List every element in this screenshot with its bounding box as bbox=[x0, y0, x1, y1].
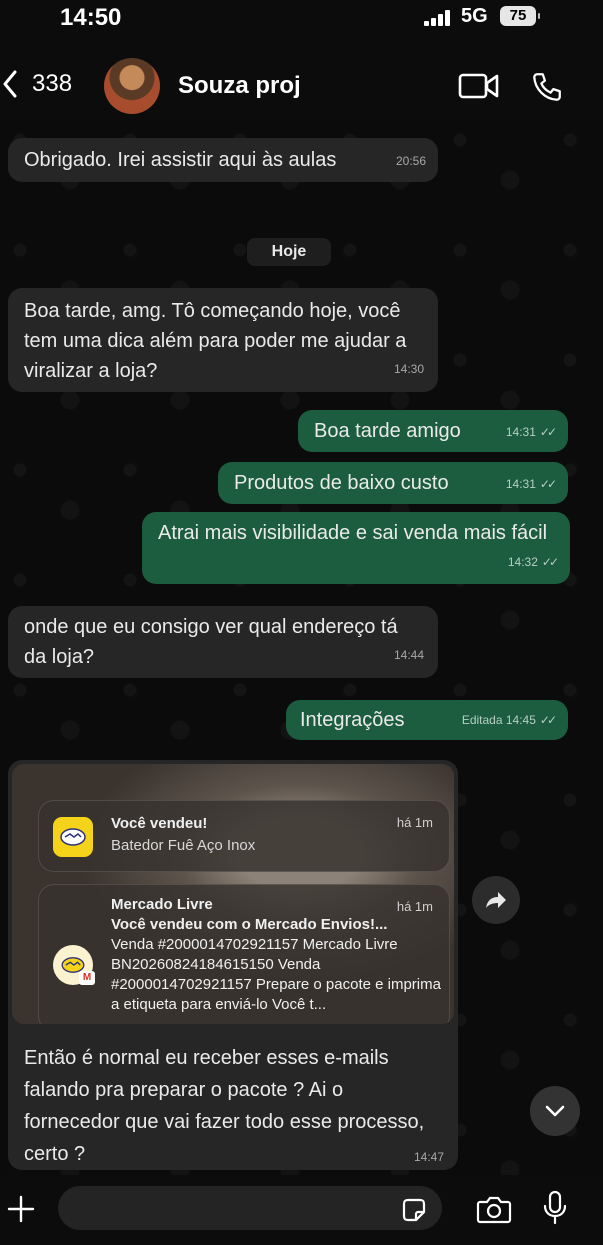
notification-subtitle: Batedor Fuê Aço Inox bbox=[111, 837, 256, 854]
date-separator: Hoje bbox=[247, 238, 331, 266]
notification-content: Mercado Livre Você vendeu com o Mercado … bbox=[111, 895, 441, 1015]
message-time: 14:32 bbox=[507, 555, 538, 569]
status-time: 14:50 bbox=[60, 4, 122, 31]
notification-time: há 1m bbox=[396, 815, 433, 830]
message-time: 14:31 bbox=[505, 425, 536, 439]
message-bubble-outgoing[interactable]: Produtos de baixo custo 14:31 ✓✓ bbox=[218, 462, 568, 504]
notification-app: Mercado Livre bbox=[111, 896, 213, 913]
read-receipt-icon: ✓✓ bbox=[539, 713, 557, 727]
notification-time: há 1m bbox=[396, 899, 433, 914]
message-bubble-incoming[interactable]: Boa tarde, amg. Tô começando hoje, você … bbox=[8, 288, 438, 392]
media-message-bubble[interactable]: Você vendeu! Batedor Fuê Aço Inox há 1m … bbox=[8, 760, 458, 1170]
notification-card: Você vendeu! Batedor Fuê Aço Inox há 1m bbox=[38, 800, 450, 872]
message-time: 14:45 bbox=[505, 713, 536, 727]
read-receipt-icon: ✓✓ bbox=[541, 555, 559, 569]
notification-body: Venda #2000014702921157 Mercado Livre BN… bbox=[111, 936, 441, 1013]
back-button[interactable]: 338 bbox=[0, 64, 72, 104]
message-text: onde que eu consigo ver qual endereço tá… bbox=[24, 616, 398, 668]
composer-bar bbox=[0, 1176, 603, 1245]
forward-button[interactable] bbox=[472, 876, 520, 924]
network-type: 5G bbox=[461, 5, 488, 27]
message-time: 14:47 bbox=[413, 1150, 444, 1164]
unread-count: 338 bbox=[32, 70, 73, 97]
scroll-to-bottom-button[interactable] bbox=[530, 1086, 580, 1136]
mercado-livre-logo-icon bbox=[53, 817, 93, 857]
read-receipt-icon: ✓✓ bbox=[539, 425, 557, 439]
message-meta: 14:31 ✓✓ bbox=[505, 469, 557, 499]
gmail-icon: M bbox=[79, 971, 95, 985]
status-bar: 14:50 5G 75 bbox=[0, 0, 603, 36]
avatar[interactable] bbox=[104, 58, 160, 114]
chevron-left-icon bbox=[3, 70, 17, 98]
message-time: 14:31 bbox=[505, 477, 536, 491]
message-time: 14:44 bbox=[393, 648, 424, 662]
chevron-down-icon bbox=[545, 1105, 565, 1117]
chat-header: 338 Souza proj bbox=[0, 52, 603, 120]
phone-call-icon[interactable] bbox=[530, 70, 564, 104]
sticker-icon[interactable] bbox=[400, 1196, 428, 1224]
message-text: Obrigado. Irei assistir aqui às aulas bbox=[24, 149, 337, 171]
contact-name[interactable]: Souza proj bbox=[178, 72, 301, 100]
camera-icon[interactable] bbox=[476, 1194, 512, 1224]
message-text: Integrações bbox=[300, 709, 405, 731]
attached-screenshot[interactable]: Você vendeu! Batedor Fuê Aço Inox há 1m … bbox=[12, 764, 454, 1024]
message-text: Então é normal eu receber esses e-mails … bbox=[24, 1047, 425, 1165]
message-bubble-outgoing[interactable]: Atrai mais visibilidade e sai venda mais… bbox=[142, 512, 570, 584]
read-receipt-icon: ✓✓ bbox=[539, 477, 557, 491]
message-meta: 14:32 ✓✓ bbox=[507, 547, 559, 577]
message-bubble-outgoing[interactable]: Boa tarde amigo 14:31 ✓✓ bbox=[298, 410, 568, 452]
message-text: Boa tarde amigo bbox=[314, 420, 461, 442]
plus-icon[interactable] bbox=[6, 1194, 36, 1224]
message-text: Atrai mais visibilidade e sai venda mais… bbox=[158, 522, 548, 544]
message-bubble-incoming[interactable]: onde que eu consigo ver qual endereço tá… bbox=[8, 606, 438, 678]
notification-title: Você vendeu! bbox=[111, 815, 208, 832]
signal-icon bbox=[424, 10, 452, 26]
message-text: Produtos de baixo custo bbox=[234, 472, 449, 494]
message-text: Boa tarde, amg. Tô começando hoje, você … bbox=[24, 300, 407, 382]
notification-headline: Você vendeu com o Mercado Envios!... bbox=[111, 916, 388, 933]
message-time: 20:56 bbox=[395, 154, 426, 168]
microphone-icon[interactable] bbox=[542, 1190, 568, 1226]
message-meta: 14:31 ✓✓ bbox=[505, 417, 557, 447]
message-time: 14:30 bbox=[393, 362, 424, 376]
forward-icon bbox=[486, 892, 506, 908]
message-bubble-outgoing[interactable]: Integrações Editada 14:45 ✓✓ bbox=[286, 700, 568, 740]
notification-card: M Mercado Livre Você vendeu com o Mercad… bbox=[38, 884, 450, 1024]
edited-label: Editada bbox=[461, 713, 503, 727]
video-call-icon[interactable] bbox=[458, 72, 500, 100]
message-input[interactable] bbox=[58, 1186, 442, 1230]
message-meta: Editada 14:45 ✓✓ bbox=[461, 705, 557, 735]
message-bubble-incoming[interactable]: Obrigado. Irei assistir aqui às aulas 20… bbox=[8, 138, 438, 182]
battery-icon: 75 bbox=[500, 6, 540, 26]
